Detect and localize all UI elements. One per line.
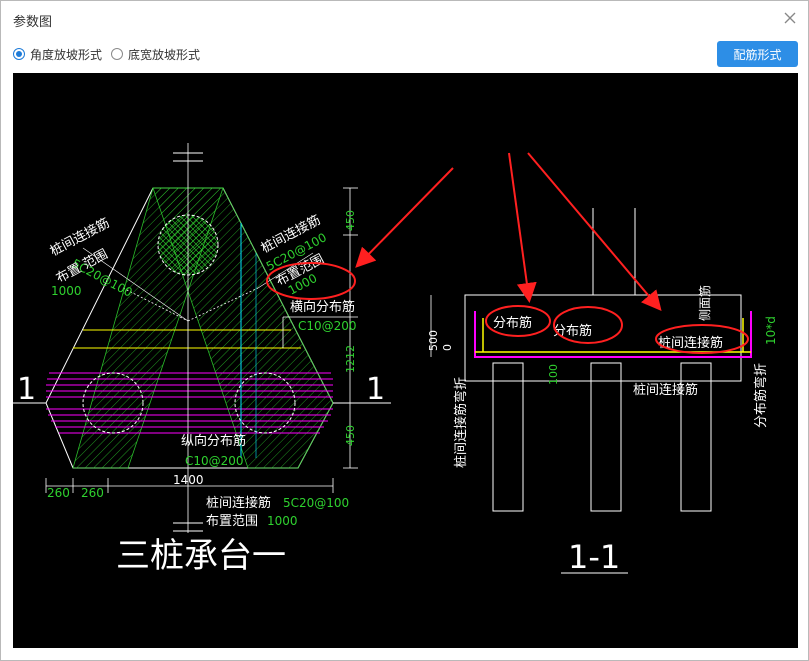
label-layout-range-left-value: 1000 <box>51 284 82 298</box>
dim-10d: 10*d <box>764 316 778 345</box>
dim-450-top: 450 <box>344 210 357 231</box>
dim-500: 500 <box>427 330 440 351</box>
dialog-title: 参数图 <box>13 15 53 30</box>
label-distribution-2: 分布筋 <box>553 323 592 339</box>
radio-angle-slope-label: 角度放坡形式 <box>30 47 103 62</box>
pile-mid <box>590 362 622 512</box>
dim-1212: 1212 <box>344 345 357 373</box>
radio-angle-slope[interactable]: 角度放坡形式 <box>13 46 102 62</box>
label-distribution-1: 分布筋 <box>493 315 532 331</box>
radio-unchecked-icon <box>111 48 123 60</box>
radio-width-slope-label: 底宽放坡形式 <box>128 47 201 62</box>
dim-1400: 1400 <box>173 473 204 487</box>
dim-100: 100 <box>547 364 560 385</box>
label-side-rebar: 侧面筋 <box>697 285 712 321</box>
dim-260-b: 260 <box>81 486 104 500</box>
label-bottom-range-value: 1000 <box>267 514 298 528</box>
parameter-drawing-canvas: 1 1 450 1212 450 260 260 1400 桩间连接筋 5C20… <box>13 73 798 648</box>
parameter-dialog: 参数图 角度放坡形式 底宽放坡形式 配筋形式 1 1 450 1212 450 … <box>0 0 809 661</box>
pile-left <box>492 362 524 512</box>
dim-260-a: 260 <box>47 486 70 500</box>
label-pile-link-bend: 桩间连接筋弯折 <box>453 377 469 468</box>
label-longitudinal: 纵向分布筋 <box>181 433 246 449</box>
label-transverse-spec: C10@200 <box>298 319 357 333</box>
label-bottom-link: 桩间连接筋 <box>206 495 271 511</box>
dim-0: 0 <box>441 344 454 351</box>
plan-view: 1 1 450 1212 450 260 260 1400 桩间连接筋 5C20… <box>13 143 391 576</box>
dim-450-bottom: 450 <box>344 425 357 446</box>
label-bottom-link-spec: 5C20@100 <box>283 496 349 510</box>
arrow-to-distribution <box>508 152 537 303</box>
cad-drawing: 1 1 450 1212 450 260 260 1400 桩间连接筋 5C20… <box>13 143 778 576</box>
label-distribution-bend: 分布筋弯折 <box>753 363 769 428</box>
section-mark-right: 1 <box>366 372 385 407</box>
label-bottom-range: 布置范围 <box>206 514 258 529</box>
radio-checked-icon <box>13 48 25 60</box>
section-mark-left: 1 <box>17 372 36 407</box>
radio-width-slope[interactable]: 底宽放坡形式 <box>111 46 200 62</box>
label-longitudinal-spec: C10@200 <box>185 454 244 468</box>
label-pile-link-bottom: 桩间连接筋 <box>633 382 698 398</box>
section-title: 1-1 <box>568 538 620 576</box>
plan-title: 三桩承台一 <box>116 536 286 576</box>
option-bar: 角度放坡形式 底宽放坡形式 <box>1 37 808 71</box>
close-icon[interactable] <box>781 9 799 27</box>
section-view: 500 0 100 10*d 分布筋 分布筋 桩间连接筋 桩间连接筋 侧面筋 桩… <box>427 208 778 576</box>
title-bar: 参数图 <box>1 1 808 37</box>
arrow-to-plan <box>355 167 454 268</box>
label-transverse: 横向分布筋 <box>290 299 355 315</box>
rebar-form-button[interactable]: 配筋形式 <box>717 41 798 67</box>
